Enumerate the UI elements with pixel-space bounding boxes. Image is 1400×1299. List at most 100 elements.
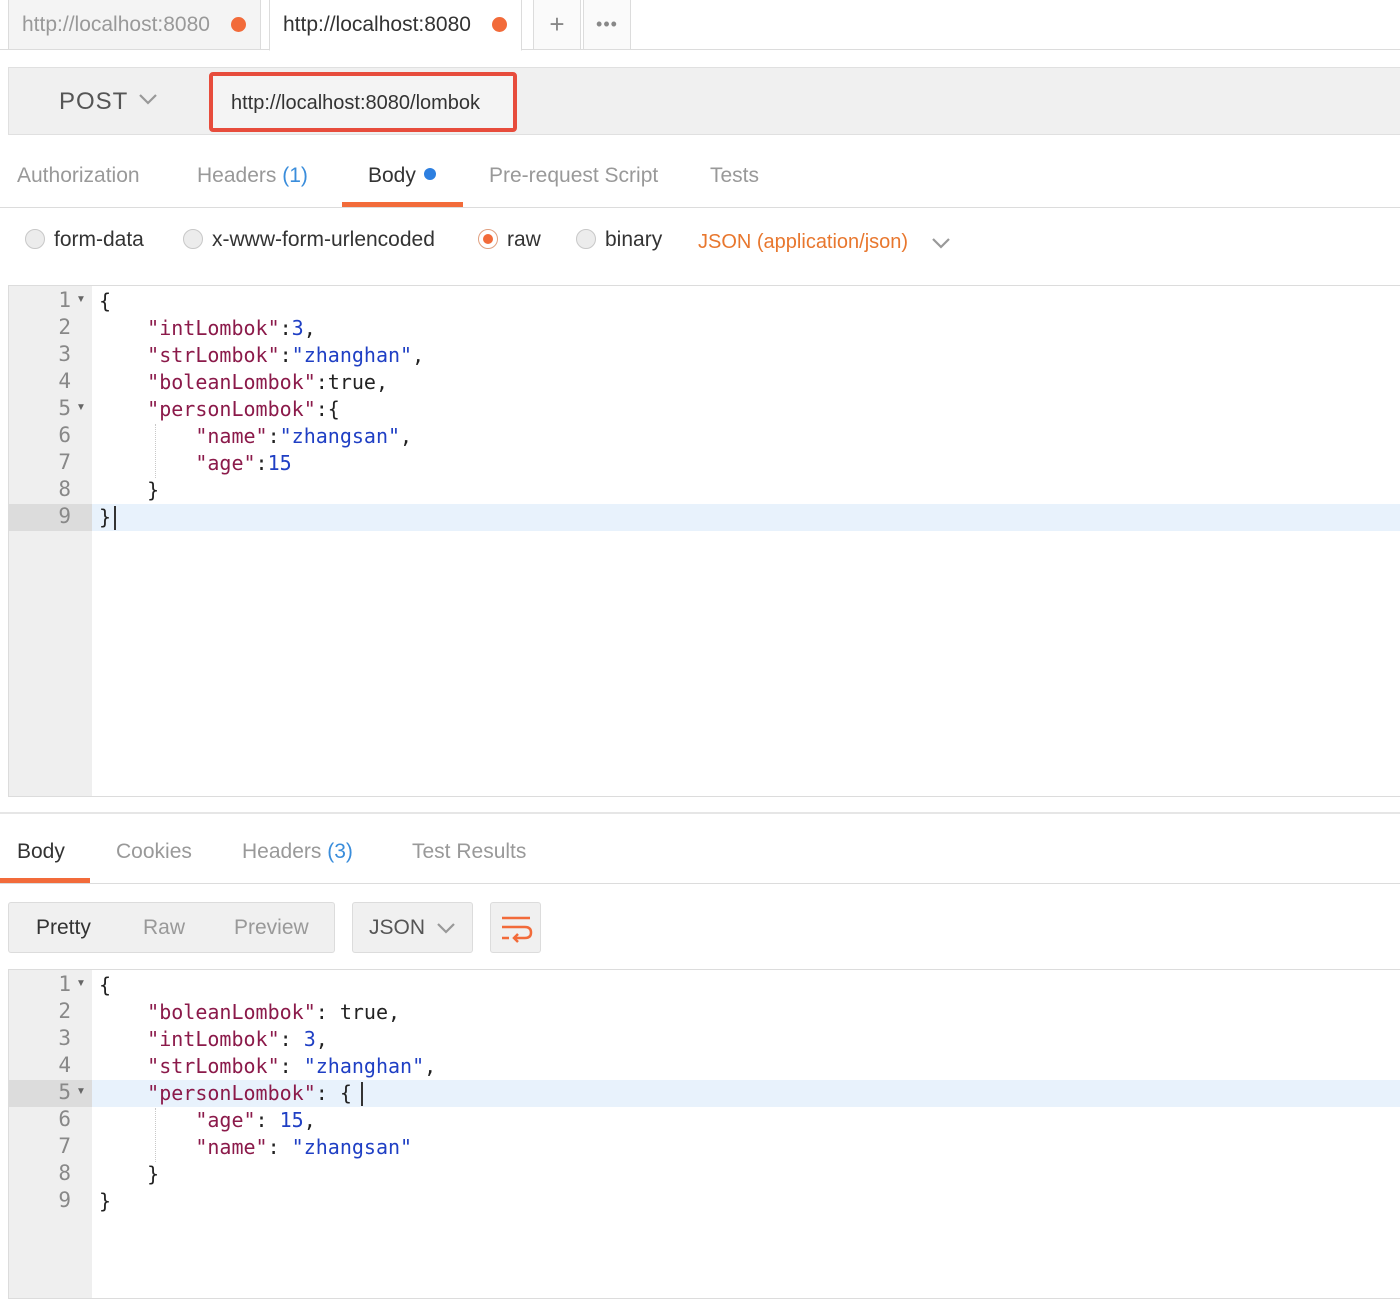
radio-label: binary [605,228,663,251]
radio-label: raw [507,228,541,251]
line-number: 3 [58,342,71,366]
tab-cookies[interactable]: Cookies [116,840,192,864]
radio-button[interactable] [183,229,203,249]
tab-pre-request-script[interactable]: Pre-request Script [489,164,658,188]
headers-count: (1) [282,164,308,187]
line-number: 1 [58,288,71,312]
json-value: "zhanghan" [291,343,413,367]
chevron-down-icon [435,911,457,946]
json-punctuation [99,1135,195,1159]
response-body-viewer[interactable]: ▼ ▼ 1 2 3 4 5 6 7 8 9 { "boleanLombok": true, "in… [8,969,1400,1299]
tab-body[interactable]: Body [368,164,436,188]
chevron-down-icon [930,226,952,261]
line-number: 7 [58,450,71,474]
json-key: "intLombok" [147,1027,280,1051]
response-tabs: Body Cookies Headers (3) Test Results [0,826,1400,884]
json-punctuation: : [279,343,292,367]
line-number: 3 [58,1026,71,1050]
text-cursor [114,506,116,530]
unsaved-dot-icon [231,17,246,32]
radio-button-selected[interactable] [478,229,498,249]
json-punctuation: :true, [315,370,388,394]
json-punctuation [99,370,147,394]
radio-button[interactable] [25,229,45,249]
line-number: 2 [58,315,71,339]
url-bar: POST http://localhost:8080/lombok [8,67,1400,135]
radio-label: form-data [54,228,144,251]
code-line: "intLombok":3, [99,316,316,340]
json-punctuation: : { [315,1081,352,1105]
new-tab-button[interactable]: + [533,0,581,50]
tab-headers[interactable]: Headers (1) [197,164,308,188]
json-key: "personLombok" [147,397,316,421]
tab-response-body[interactable]: Body [17,840,65,864]
tab-response-headers[interactable]: Headers (3) [242,840,353,864]
json-punctuation: , [400,424,413,448]
request-tab-label: http://localhost:8080/lombok [22,13,210,36]
line-number: 1 [58,972,71,996]
json-punctuation: } [99,1189,112,1213]
fold-arrow-icon[interactable]: ▼ [76,294,86,305]
fold-arrow-icon[interactable]: ▼ [76,1086,86,1097]
json-value: 15 [279,1108,304,1132]
json-punctuation: } [99,505,112,529]
tab-headers-label: Headers [197,164,277,187]
json-key: "boleanLombok" [147,370,316,394]
request-tab-label: http://localhost:8080/lombok [283,13,471,36]
body-modified-dot-icon [423,168,436,180]
line-number: 5 [58,1080,71,1104]
code-line: "strLombok": "zhanghan", [99,1054,436,1078]
code-line: "boleanLombok": true, [99,1000,400,1024]
view-mode-group: Pretty Raw Preview [8,902,335,953]
unsaved-dot-icon [492,17,507,32]
request-tab[interactable]: http://localhost:8080/lombok [8,0,261,50]
json-punctuation: : [267,424,280,448]
json-key: "age" [195,451,256,475]
code-line: } [99,478,159,502]
text-cursor [361,1082,363,1106]
radio-button[interactable] [576,229,596,249]
view-raw-button[interactable]: Raw [143,916,185,940]
more-tabs-button[interactable]: ••• [583,0,631,50]
json-value: 3 [303,1027,316,1051]
line-number: 6 [58,1107,71,1131]
request-tab-bar: http://localhost:8080/lombok http://loca… [0,0,1400,51]
request-tab-active[interactable]: http://localhost:8080/lombok [269,0,522,51]
active-line-highlight [92,504,1400,531]
view-preview-button[interactable]: Preview [234,916,309,940]
json-punctuation [99,397,147,421]
json-value: "zhangsan" [279,424,401,448]
json-punctuation: } [99,478,160,502]
code-line: "personLombok": { [99,1081,352,1105]
tab-test-results[interactable]: Test Results [412,840,526,864]
url-input[interactable]: http://localhost:8080/lombok [209,72,517,132]
json-punctuation [99,343,147,367]
line-number: 9 [58,1188,71,1212]
wrap-lines-icon [502,916,533,943]
json-punctuation [99,1000,147,1024]
tab-authorization[interactable]: Authorization [17,164,140,188]
fold-arrow-icon[interactable]: ▼ [76,402,86,413]
format-label: JSON [369,916,426,939]
code-line: { [99,289,111,313]
active-tab-underline [0,878,90,883]
json-punctuation: { [99,973,112,997]
line-number: 9 [58,504,71,528]
view-pretty-button[interactable]: Pretty [36,916,91,940]
format-select[interactable]: JSON [352,902,473,953]
line-number: 7 [58,1134,71,1158]
json-punctuation [99,424,195,448]
chevron-down-icon [137,82,159,117]
wrap-lines-button[interactable] [490,902,541,953]
fold-arrow-icon[interactable]: ▼ [76,978,86,989]
tab-tests[interactable]: Tests [710,164,759,188]
json-punctuation [99,1027,147,1051]
json-punctuation: , [303,316,316,340]
code-line: "name": "zhangsan" [99,1135,412,1159]
json-key: "name" [195,424,268,448]
code-line: } [99,505,111,529]
active-tab-underline [342,202,463,207]
code-line: } [99,1189,111,1213]
json-value: "zhangsan" [291,1135,413,1159]
request-body-editor[interactable]: ▼ ▼ 1 2 3 4 5 6 7 8 9{ "intLombok":3, "strLombok… [8,285,1400,797]
